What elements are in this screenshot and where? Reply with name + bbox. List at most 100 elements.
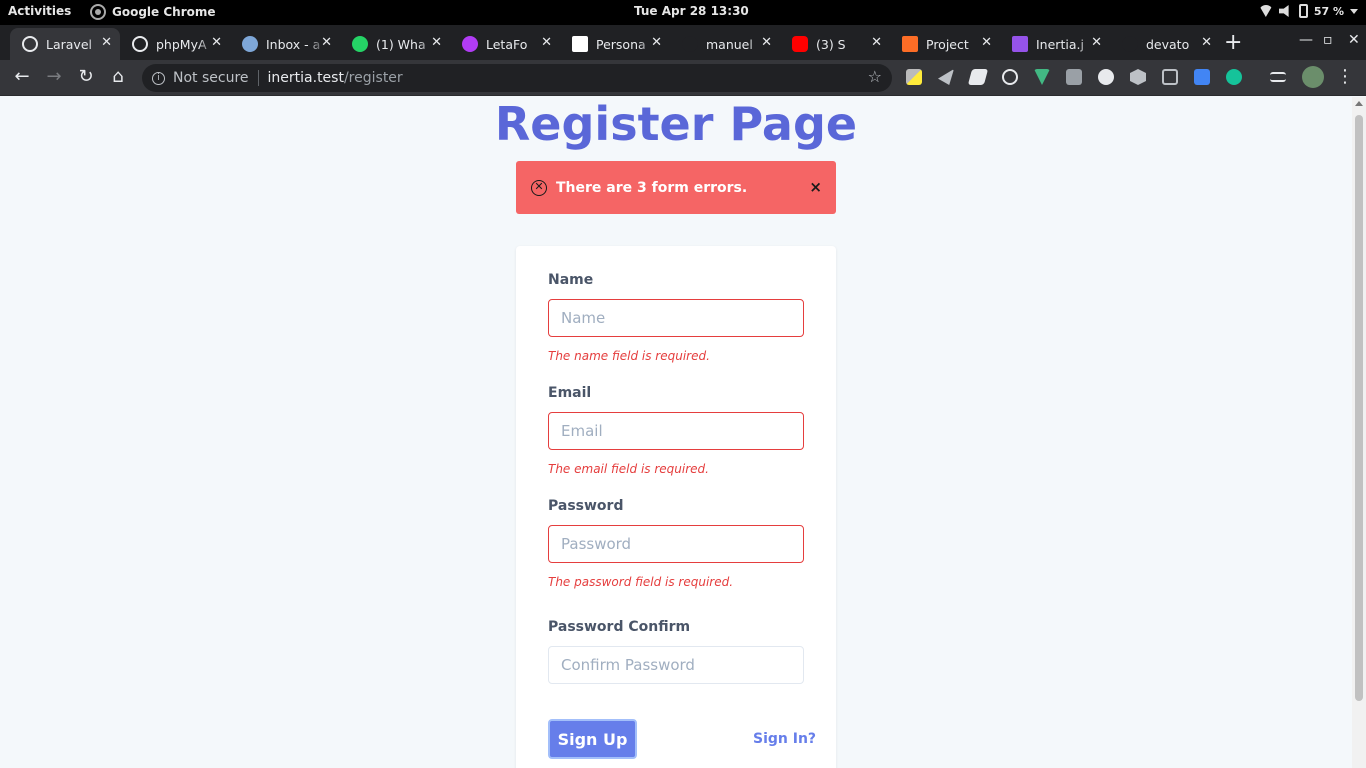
email-label: Email	[548, 385, 592, 401]
tab-gitlab[interactable]: Project ✕	[890, 28, 1000, 60]
eraser-icon[interactable]	[967, 69, 989, 85]
name-label: Name	[548, 272, 594, 288]
avatar[interactable]	[1302, 66, 1324, 88]
forward-arrow-icon[interactable]: →	[42, 66, 66, 90]
tab-inertia[interactable]: Inertia.j ✕	[1000, 28, 1110, 60]
error-circle-icon: ✕	[531, 179, 547, 196]
inertia-icon	[1012, 36, 1028, 52]
tab-personal[interactable]: Persona ✕	[560, 28, 670, 60]
page-title: Register Page	[494, 97, 858, 151]
mail-icon	[242, 36, 258, 52]
globe-icon	[132, 36, 148, 52]
tab-title: (1) Wha	[376, 36, 426, 52]
letafood-icon	[462, 36, 478, 52]
volume-icon	[1278, 5, 1289, 17]
bracket-extension-icon[interactable]	[1162, 69, 1178, 85]
close-icon[interactable]: ✕	[211, 35, 222, 50]
info-icon[interactable]: i	[152, 71, 165, 85]
address-bar[interactable]: i Not secure inertia.test/register ☆	[142, 64, 892, 92]
chrome-icon	[90, 4, 106, 20]
vue-devtools-icon[interactable]	[1034, 69, 1050, 85]
alert-message: There are 3 form errors.	[556, 179, 748, 196]
scroll-up-icon[interactable]	[1355, 101, 1363, 106]
close-icon[interactable]: ✕	[871, 35, 882, 50]
tab-title: devato	[1146, 36, 1190, 52]
media-controls-icon[interactable]	[1270, 72, 1286, 82]
whatsapp-icon	[352, 36, 368, 52]
tab-title: Inertia.j	[1036, 36, 1084, 52]
cube-icon[interactable]	[1130, 69, 1146, 85]
paper-plane-icon[interactable]	[938, 69, 954, 85]
tab-devato[interactable]: devato ✕	[1110, 28, 1220, 60]
close-icon[interactable]: ✕	[431, 35, 442, 50]
battery-icon	[1298, 4, 1308, 18]
tab-title: Persona	[596, 36, 646, 52]
close-icon[interactable]: ✕	[1091, 35, 1102, 50]
tab-youtube[interactable]: (3) S ✕	[780, 28, 890, 60]
tab-phpmyadmin[interactable]: phpMyA ✕	[120, 28, 230, 60]
camera-icon[interactable]	[1066, 69, 1082, 85]
moon-icon[interactable]	[1098, 69, 1114, 85]
close-icon[interactable]: ✕	[321, 35, 332, 50]
close-icon[interactable]: ✕	[761, 35, 772, 50]
scrollbar[interactable]	[1352, 97, 1366, 768]
kebab-menu-icon[interactable]: ⋮	[1333, 66, 1357, 90]
youtube-icon	[792, 36, 808, 52]
bookmark-star-icon[interactable]: ☆	[868, 67, 882, 86]
tab-github[interactable]: manuel ✕	[670, 28, 780, 60]
page-viewport: Register Page ✕ There are 3 form errors.…	[0, 97, 1352, 768]
close-icon[interactable]: ✕	[541, 35, 552, 50]
grammarly-icon[interactable]	[1226, 69, 1242, 85]
gitlab-icon	[902, 36, 918, 52]
divider	[257, 70, 259, 86]
new-tab-button[interactable]: +	[1224, 30, 1242, 55]
home-icon[interactable]: ⌂	[106, 66, 130, 90]
url-host: inertia.test	[267, 70, 344, 86]
tab-whatsapp[interactable]: (1) Wha ✕	[340, 28, 450, 60]
tab-laravel[interactable]: Laravel ✕	[10, 28, 120, 60]
password-input[interactable]	[548, 525, 804, 563]
tab-title: (3) S	[816, 36, 846, 52]
battery-level: 57 %	[1313, 4, 1344, 18]
name-error: The name field is required.	[548, 349, 710, 363]
close-icon[interactable]: ✕	[651, 35, 662, 50]
scrollbar-thumb[interactable]	[1355, 115, 1363, 701]
app-menu[interactable]: Google Chrome	[90, 4, 216, 20]
tab-title: Inbox - a	[266, 36, 321, 52]
reload-icon[interactable]: ↻	[74, 66, 98, 90]
pencil-extension-icon[interactable]	[906, 69, 922, 85]
react-devtools-icon[interactable]	[1002, 69, 1018, 85]
tab-title: Project	[926, 36, 969, 52]
translate-icon[interactable]	[1194, 69, 1210, 85]
close-icon[interactable]: ✕	[1201, 35, 1212, 50]
minimize-icon[interactable]: —	[1299, 32, 1313, 48]
name-input[interactable]	[548, 299, 804, 337]
globe-icon	[22, 36, 38, 52]
tab-strip: Laravel ✕ phpMyA ✕ Inbox - a ✕ (1) Wha ✕…	[0, 25, 1366, 60]
clock[interactable]: Tue Apr 28 13:30	[634, 4, 749, 18]
email-input[interactable]	[548, 412, 804, 450]
maximize-icon[interactable]: ▫	[1323, 32, 1333, 48]
system-tray[interactable]: 57 %	[1258, 4, 1358, 18]
tab-title: manuel	[706, 36, 753, 52]
app-name: Google Chrome	[112, 5, 216, 19]
sign-in-link[interactable]: Sign In?	[753, 731, 816, 747]
activities-button[interactable]: Activities	[8, 4, 71, 18]
password-confirm-input[interactable]	[548, 646, 804, 684]
close-icon[interactable]: ✕	[101, 35, 112, 50]
sign-up-button[interactable]: Sign Up	[548, 719, 637, 759]
close-window-icon[interactable]: ✕	[1348, 32, 1360, 48]
tab-inbox[interactable]: Inbox - a ✕	[230, 28, 340, 60]
close-icon[interactable]: ✕	[981, 35, 992, 50]
email-error: The email field is required.	[548, 462, 709, 476]
github-icon	[682, 36, 698, 52]
url-path: /register	[343, 70, 403, 86]
password-confirm-label: Password Confirm	[548, 619, 691, 635]
tab-title: LetaFo	[486, 36, 528, 52]
github-icon	[1122, 36, 1138, 52]
register-form: Name The name field is required. Email T…	[516, 246, 836, 768]
back-arrow-icon[interactable]: ←	[10, 66, 34, 90]
error-alert: ✕ There are 3 form errors. ×	[516, 161, 836, 214]
tab-letafood[interactable]: LetaFo ✕	[450, 28, 560, 60]
close-icon[interactable]: ×	[809, 178, 822, 196]
